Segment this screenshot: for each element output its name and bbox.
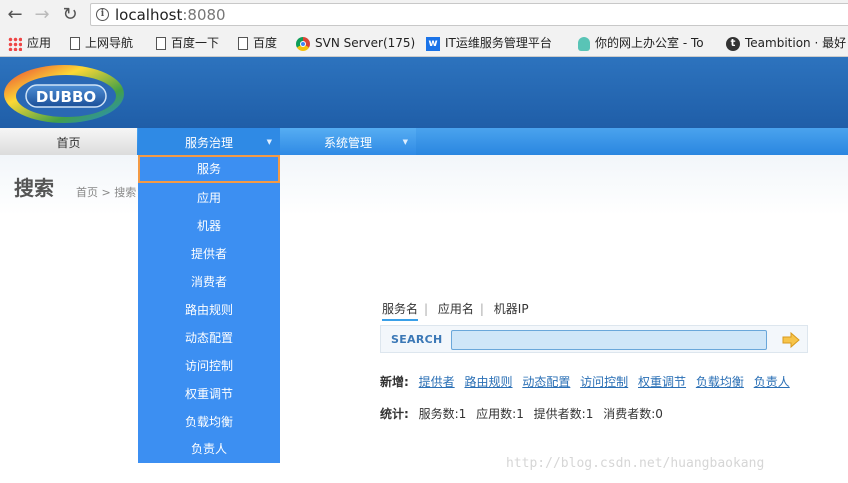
url-host: localhost [115, 6, 183, 24]
browser-toolbar: ← → ↻ i localhost:8080 [0, 0, 848, 30]
forward-arrow-icon[interactable]: → [31, 4, 53, 26]
caret-down-icon: ▼ [266, 138, 272, 146]
stats-label: 统计: [380, 407, 409, 421]
dropdown-item-application[interactable]: 应用 [138, 184, 280, 212]
menu-home[interactable]: 首页 [0, 128, 137, 155]
menu-label: 服务治理 [184, 136, 233, 150]
bookmark-item[interactable]: 你的网上办公室 - To [578, 34, 704, 52]
page-title: 搜索 [14, 176, 54, 200]
info-icon[interactable]: i [96, 8, 109, 21]
bookmark-label: 百度一下 [171, 36, 220, 50]
app-header: DUBBO [0, 57, 848, 128]
add-access-control-link[interactable]: 访问控制 [580, 375, 628, 389]
add-label: 新增: [380, 375, 409, 389]
apps-grid-icon [8, 36, 22, 51]
bookmark-apps[interactable]: 应用 [8, 34, 51, 52]
add-load-balance-link[interactable]: 负载均衡 [696, 375, 744, 389]
add-weight-link[interactable]: 权重调节 [638, 375, 686, 389]
bookmark-label: IT运维服务管理平台 [445, 36, 552, 50]
dropdown-item-service[interactable]: 服务 [138, 155, 280, 183]
caret-down-icon: ▼ [402, 138, 408, 146]
bookmark-label: 应用 [27, 36, 52, 50]
bookmark-item[interactable]: 上网导航 [70, 34, 133, 52]
search-panel: SEARCH [380, 325, 808, 353]
bookmark-label: 百度 [253, 36, 278, 50]
dropdown-item-machine[interactable]: 机器 [138, 212, 280, 240]
dropdown-item-owner[interactable]: 负责人 [138, 435, 280, 463]
stat-consumer-count: 消费者数:0 [603, 407, 663, 421]
bookmark-item[interactable]: 百度一下 [156, 34, 219, 52]
dropdown-item-dynamic-config[interactable]: 动态配置 [138, 324, 280, 352]
arrow-right-icon[interactable] [781, 330, 801, 350]
page-icon [70, 37, 80, 50]
reload-icon[interactable]: ↻ [59, 4, 81, 26]
tab-machine-ip[interactable]: 机器IP [494, 300, 529, 317]
bookmark-item[interactable]: t Teambition · 最好 [726, 34, 846, 52]
tab-separator: | [424, 302, 429, 316]
main-menu: 首页 服务治理 ▼ 系统管理 ▼ [0, 128, 848, 155]
bookmark-label: 你的网上办公室 - To [595, 36, 704, 50]
page-icon [156, 37, 166, 50]
dubbo-logo[interactable]: DUBBO [2, 61, 128, 125]
watermark-text: http://blog.csdn.net/huangbaokang [506, 456, 765, 471]
dropdown-item-access-control[interactable]: 访问控制 [138, 352, 280, 380]
mic-icon [578, 36, 590, 51]
menu-service-governance[interactable]: 服务治理 ▼ [138, 128, 280, 155]
service-governance-dropdown: 服务 应用 机器 提供者 消费者 路由规则 动态配置 访问控制 权重调节 负载均… [138, 155, 280, 463]
add-dynamic-config-link[interactable]: 动态配置 [522, 375, 570, 389]
menu-label: 系统管理 [323, 136, 372, 150]
bookmark-item[interactable]: 百度 [238, 34, 277, 52]
stats-row: 统计: 服务数:1 应用数:1 提供者数:1 消费者数:0 [380, 405, 669, 422]
stat-provider-count: 提供者数:1 [533, 407, 594, 421]
bookmark-item[interactable]: SVN Server(175) [296, 34, 415, 52]
stat-application-count: 应用数:1 [476, 407, 524, 421]
logo-text: DUBBO [36, 88, 96, 106]
w-icon: w [426, 36, 440, 51]
menu-system-management[interactable]: 系统管理 ▼ [280, 128, 416, 155]
bookmarks-bar: 应用 上网导航 百度一下 百度 SVN Server(175) w IT运维服务管… [0, 30, 848, 57]
bookmark-label: Teambition · 最好 [745, 36, 847, 50]
tab-service-name[interactable]: 服务名 [382, 300, 419, 321]
search-label: SEARCH [391, 333, 443, 346]
bookmark-label: SVN Server(175) [315, 36, 416, 50]
stat-service-count: 服务数:1 [418, 407, 467, 421]
url-text[interactable]: localhost:8080 [115, 5, 226, 25]
bookmark-label: 上网导航 [85, 36, 134, 50]
add-links-row: 新增: 提供者 路由规则 动态配置 访问控制 权重调节 负载均衡 负责人 [380, 373, 796, 390]
breadcrumb[interactable]: 首页 > 搜索 [76, 184, 136, 200]
page-icon [238, 37, 248, 50]
back-arrow-icon[interactable]: ← [4, 4, 26, 26]
address-bar[interactable]: i localhost:8080 [90, 3, 848, 26]
url-port: :8080 [182, 6, 226, 24]
search-input[interactable] [451, 330, 767, 350]
dropdown-item-route-rule[interactable]: 路由规则 [138, 296, 280, 324]
add-provider-link[interactable]: 提供者 [419, 375, 455, 389]
t-icon: t [726, 36, 740, 51]
dropdown-item-weight[interactable]: 权重调节 [138, 380, 280, 408]
add-route-rule-link[interactable]: 路由规则 [464, 375, 512, 389]
chrome-icon [296, 36, 310, 51]
tab-application-name[interactable]: 应用名 [438, 300, 474, 317]
tab-separator: | [479, 302, 484, 316]
dropdown-item-provider[interactable]: 提供者 [138, 240, 280, 268]
dropdown-item-consumer[interactable]: 消费者 [138, 268, 280, 296]
bookmark-item[interactable]: w IT运维服务管理平台 [426, 34, 552, 52]
add-owner-link[interactable]: 负责人 [754, 375, 790, 389]
dropdown-item-load-balance[interactable]: 负载均衡 [138, 408, 280, 436]
search-type-tabs: 服务名 | 应用名 | 机器IP [382, 300, 533, 321]
